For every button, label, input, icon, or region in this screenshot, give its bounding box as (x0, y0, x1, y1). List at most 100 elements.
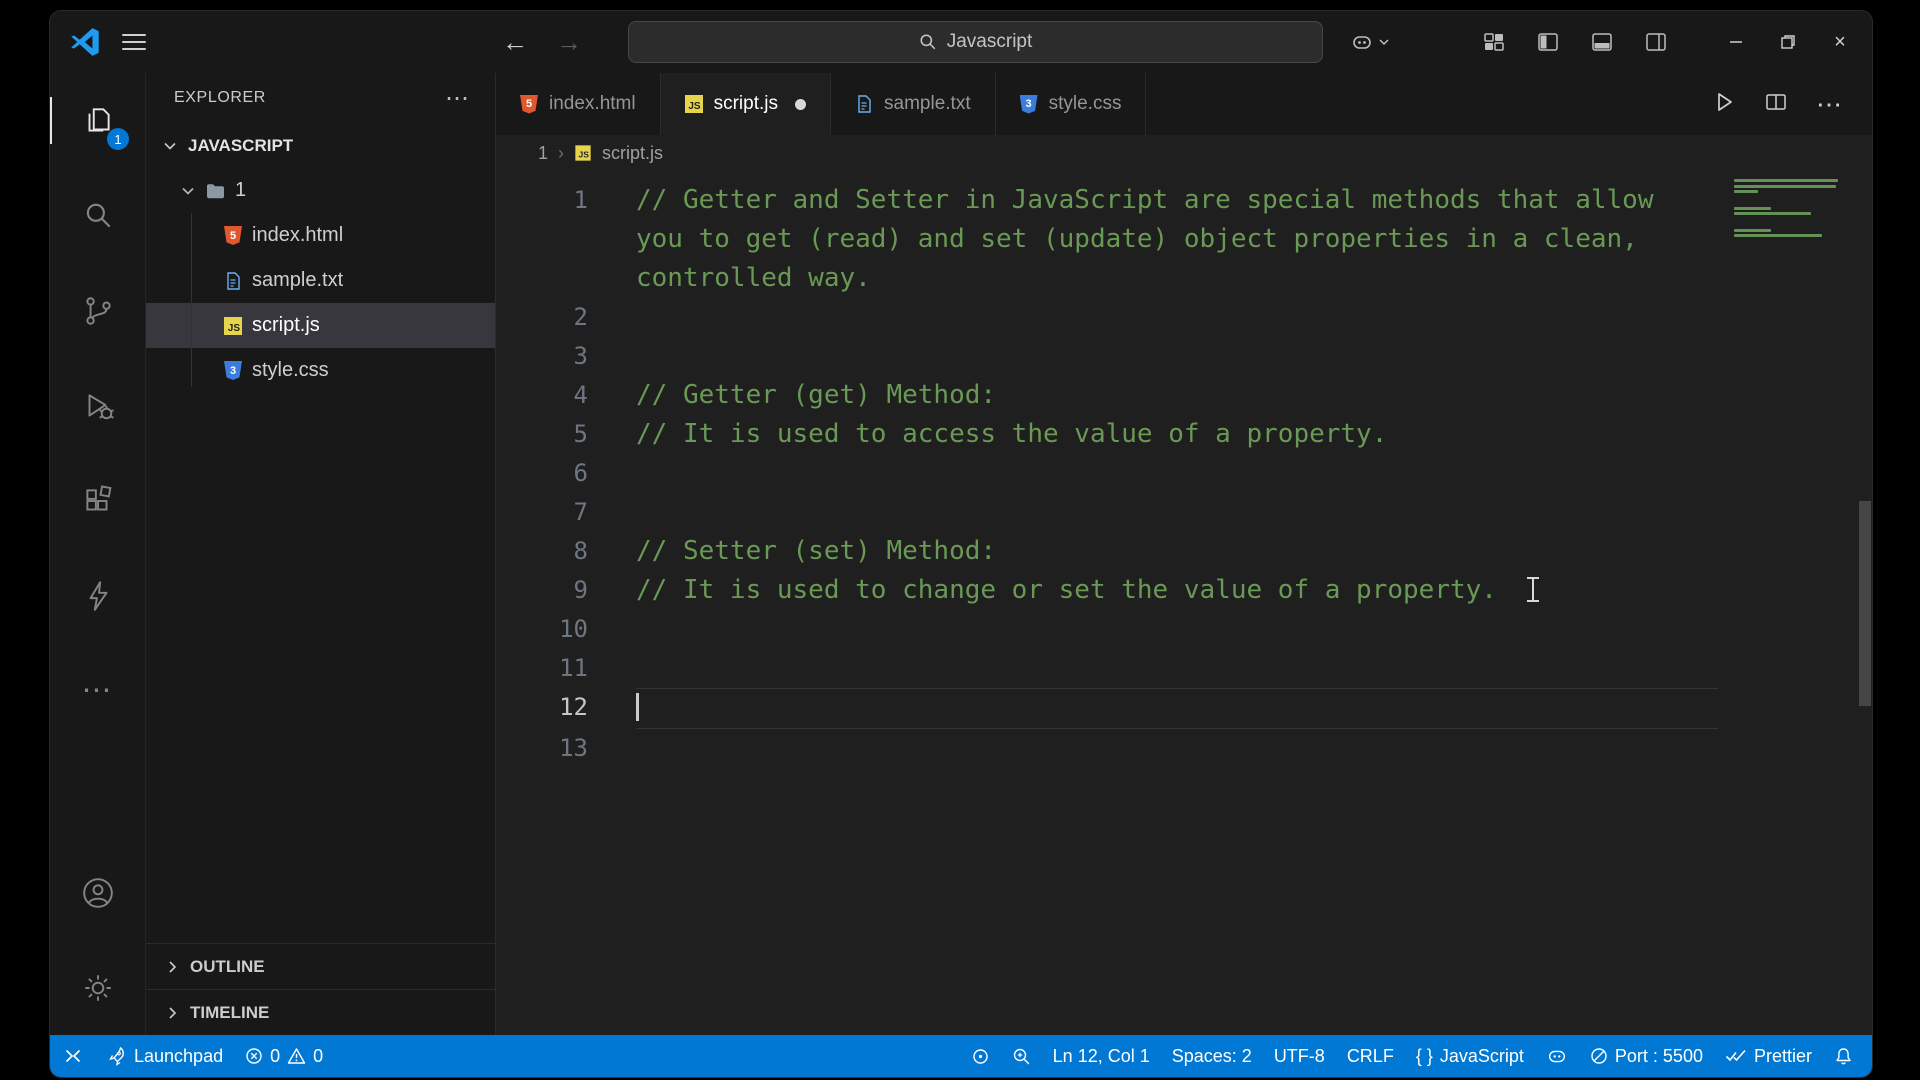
forward-arrow-icon[interactable]: → (556, 27, 582, 58)
outline-panel-header[interactable]: OUTLINE (146, 943, 495, 989)
live-preview-icon[interactable] (50, 548, 145, 643)
timeline-panel-label: TIMELINE (190, 1002, 270, 1022)
workspace-section[interactable]: JAVASCRIPT (146, 123, 495, 168)
editor-line[interactable]: 3 (496, 337, 1728, 376)
editor-line[interactable]: 2 (496, 298, 1728, 337)
title-bar: ← → Javascript × (50, 11, 1872, 73)
extensions-icon[interactable] (50, 453, 145, 548)
editor-line[interactable]: 13 (496, 729, 1728, 768)
text-caret (636, 692, 639, 721)
split-editor-icon[interactable] (1764, 90, 1788, 119)
remote-icon (65, 1049, 81, 1063)
folder-row[interactable]: 1 (146, 168, 495, 213)
line-number: 10 (559, 615, 588, 643)
editor-line[interactable]: 9 // It is used to change or set the valu… (496, 571, 1728, 610)
tab-style.css[interactable]: 3 style.css (995, 73, 1147, 135)
js-icon: JS (684, 95, 703, 113)
editor-line[interactable]: 6 (496, 454, 1728, 493)
editor-line[interactable]: 10 (496, 610, 1728, 649)
breadcrumb-file[interactable]: script.js (602, 143, 663, 164)
code-editor[interactable]: 1 // Getter and Setter in JavaScript are … (496, 171, 1872, 1035)
close-button[interactable]: × (1818, 22, 1862, 62)
vscode-window: ← → Javascript × 1 ⋯ EXPLORER ⋯ JAVASCRI… (49, 10, 1873, 1078)
problems-indicator[interactable]: 0 0 (234, 1035, 334, 1077)
live-server-port[interactable]: Port : 5500 (1579, 1035, 1714, 1077)
tab-sample.txt[interactable]: sample.txt (831, 73, 996, 135)
more-views-icon[interactable]: ⋯ (50, 643, 145, 738)
timeline-panel-header[interactable]: TIMELINE (146, 989, 495, 1035)
copilot-status[interactable] (1535, 1035, 1579, 1077)
minimap[interactable] (1728, 171, 1858, 1035)
menu-icon[interactable] (122, 34, 146, 50)
tab-label: index.html (549, 93, 636, 114)
line-number: 4 (573, 381, 588, 409)
command-center-search[interactable]: Javascript (628, 21, 1323, 63)
prettier-status[interactable]: Prettier (1714, 1035, 1823, 1077)
toggle-panel-icon[interactable] (1582, 22, 1622, 62)
editor-line[interactable]: 12 (496, 688, 1728, 729)
editor-line[interactable]: 1 // Getter and Setter in JavaScript are … (496, 181, 1728, 298)
remote-indicator[interactable] (50, 1035, 96, 1077)
file-row-sample.txt[interactable]: sample.txt (146, 258, 495, 303)
tab-index.html[interactable]: 5 index.html (496, 73, 661, 135)
cursor-position[interactable]: Ln 12, Col 1 (1042, 1035, 1161, 1077)
line-number: 8 (573, 537, 588, 565)
copilot-icon (1548, 1050, 1565, 1063)
encoding-indicator[interactable]: UTF-8 (1263, 1035, 1336, 1077)
explorer-more-actions-icon[interactable]: ⋯ (445, 84, 471, 113)
line-number: 13 (559, 734, 588, 762)
zoom-indicator[interactable] (1001, 1035, 1042, 1077)
indentation-indicator[interactable]: Spaces: 2 (1161, 1035, 1263, 1077)
run-debug-icon[interactable] (50, 358, 145, 453)
editor-line[interactable]: 4 // Getter (get) Method: (496, 376, 1728, 415)
editor-line[interactable]: 7 (496, 493, 1728, 532)
minimap-line (1734, 212, 1811, 215)
vertical-scrollbar[interactable] (1858, 171, 1872, 1035)
js-icon: JS (224, 316, 242, 335)
copilot-menu[interactable] (1350, 30, 1390, 54)
source-control-icon[interactable] (50, 263, 145, 358)
tab-bar: 5 index.html JS script.js sample.txt 3 style.c… (496, 73, 1872, 135)
toggle-sidebar-icon[interactable] (1528, 22, 1568, 62)
search-activity-icon[interactable] (50, 168, 145, 263)
maximize-button[interactable] (1766, 22, 1810, 62)
toggle-secondary-sidebar-icon[interactable] (1636, 22, 1676, 62)
warnings-count: 0 (313, 1045, 324, 1066)
notifications-bell[interactable] (1823, 1035, 1864, 1077)
launchpad-button[interactable]: Launchpad (96, 1035, 234, 1077)
file-row-style.css[interactable]: 3 style.css (146, 348, 495, 393)
editor-line[interactable]: 5 // It is used to access the value of a … (496, 415, 1728, 454)
modified-dot-icon[interactable] (795, 98, 807, 110)
language-mode[interactable]: { } JavaScript (1405, 1035, 1535, 1077)
eol-indicator[interactable]: CRLF (1336, 1035, 1405, 1077)
crosshair-icon (972, 1048, 988, 1064)
explorer-activity-icon[interactable]: 1 (50, 73, 145, 168)
breadcrumb-folder[interactable]: 1 (538, 143, 548, 164)
outline-panel-label: OUTLINE (190, 956, 265, 976)
code-text: // Setter (set) Method: (636, 536, 997, 566)
explorer-badge: 1 (107, 128, 129, 150)
minimap-line (1734, 184, 1836, 188)
customize-layout-icon[interactable] (1474, 22, 1514, 62)
settings-gear-icon[interactable] (50, 940, 145, 1035)
editor-line[interactable]: 11 (496, 649, 1728, 688)
run-code-button[interactable] (1712, 90, 1736, 119)
file-row-script.js[interactable]: JS script.js (146, 303, 495, 348)
minimize-button[interactable] (1714, 22, 1758, 62)
file-tree: JAVASCRIPT 1 5 index.html sample.txt JS scri… (146, 123, 495, 943)
screencast-indicator[interactable] (960, 1035, 1001, 1077)
account-icon[interactable] (50, 845, 145, 940)
editor-more-actions-icon[interactable]: ⋯ (1816, 89, 1844, 120)
file-name: sample.txt (252, 269, 344, 291)
breadcrumb[interactable]: 1 › JS script.js (496, 135, 1872, 171)
back-arrow-icon[interactable]: ← (502, 27, 528, 58)
tab-script.js[interactable]: JS script.js (660, 73, 832, 135)
explorer-title: EXPLORER (174, 89, 266, 106)
scrollbar-thumb[interactable] (1859, 501, 1871, 706)
editor-line[interactable]: 8 // Setter (set) Method: (496, 532, 1728, 571)
editor-group: 5 index.html JS script.js sample.txt 3 style.c… (496, 73, 1872, 1035)
file-row-index.html[interactable]: 5 index.html (146, 213, 495, 258)
